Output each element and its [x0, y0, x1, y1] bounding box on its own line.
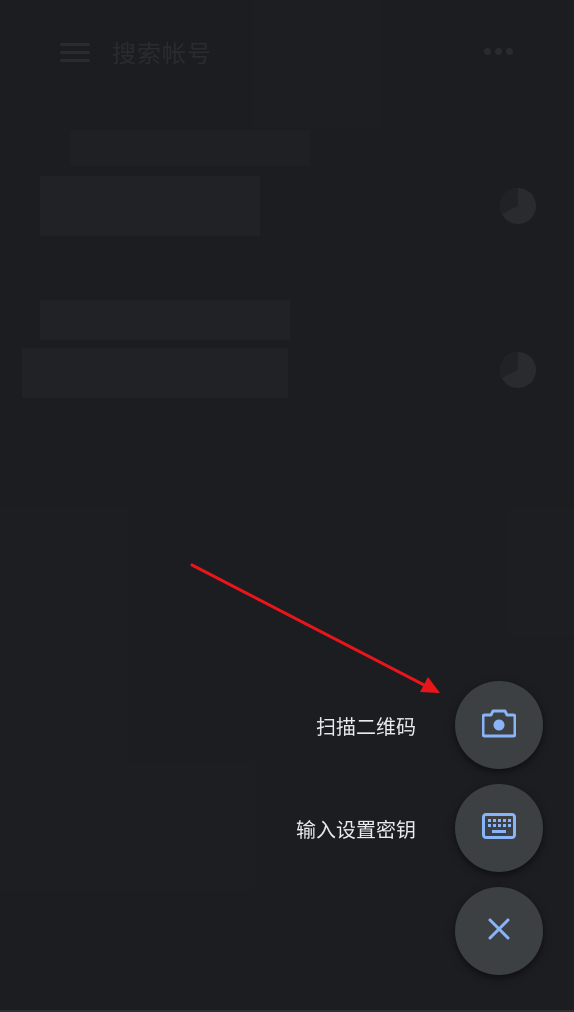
enter-setup-key-button[interactable]: [455, 784, 543, 872]
screen: 搜索帐号 扫描二维码 输入设置密钥: [0, 0, 574, 1012]
close-speed-dial-button[interactable]: [455, 887, 543, 975]
camera-icon: [481, 708, 517, 742]
keyboard-icon: [482, 813, 516, 843]
close-icon: [487, 917, 511, 945]
scan-qr-label[interactable]: 扫描二维码: [316, 711, 416, 740]
scan-qr-button[interactable]: [455, 681, 543, 769]
enter-setup-key-label[interactable]: 输入设置密钥: [296, 814, 416, 843]
